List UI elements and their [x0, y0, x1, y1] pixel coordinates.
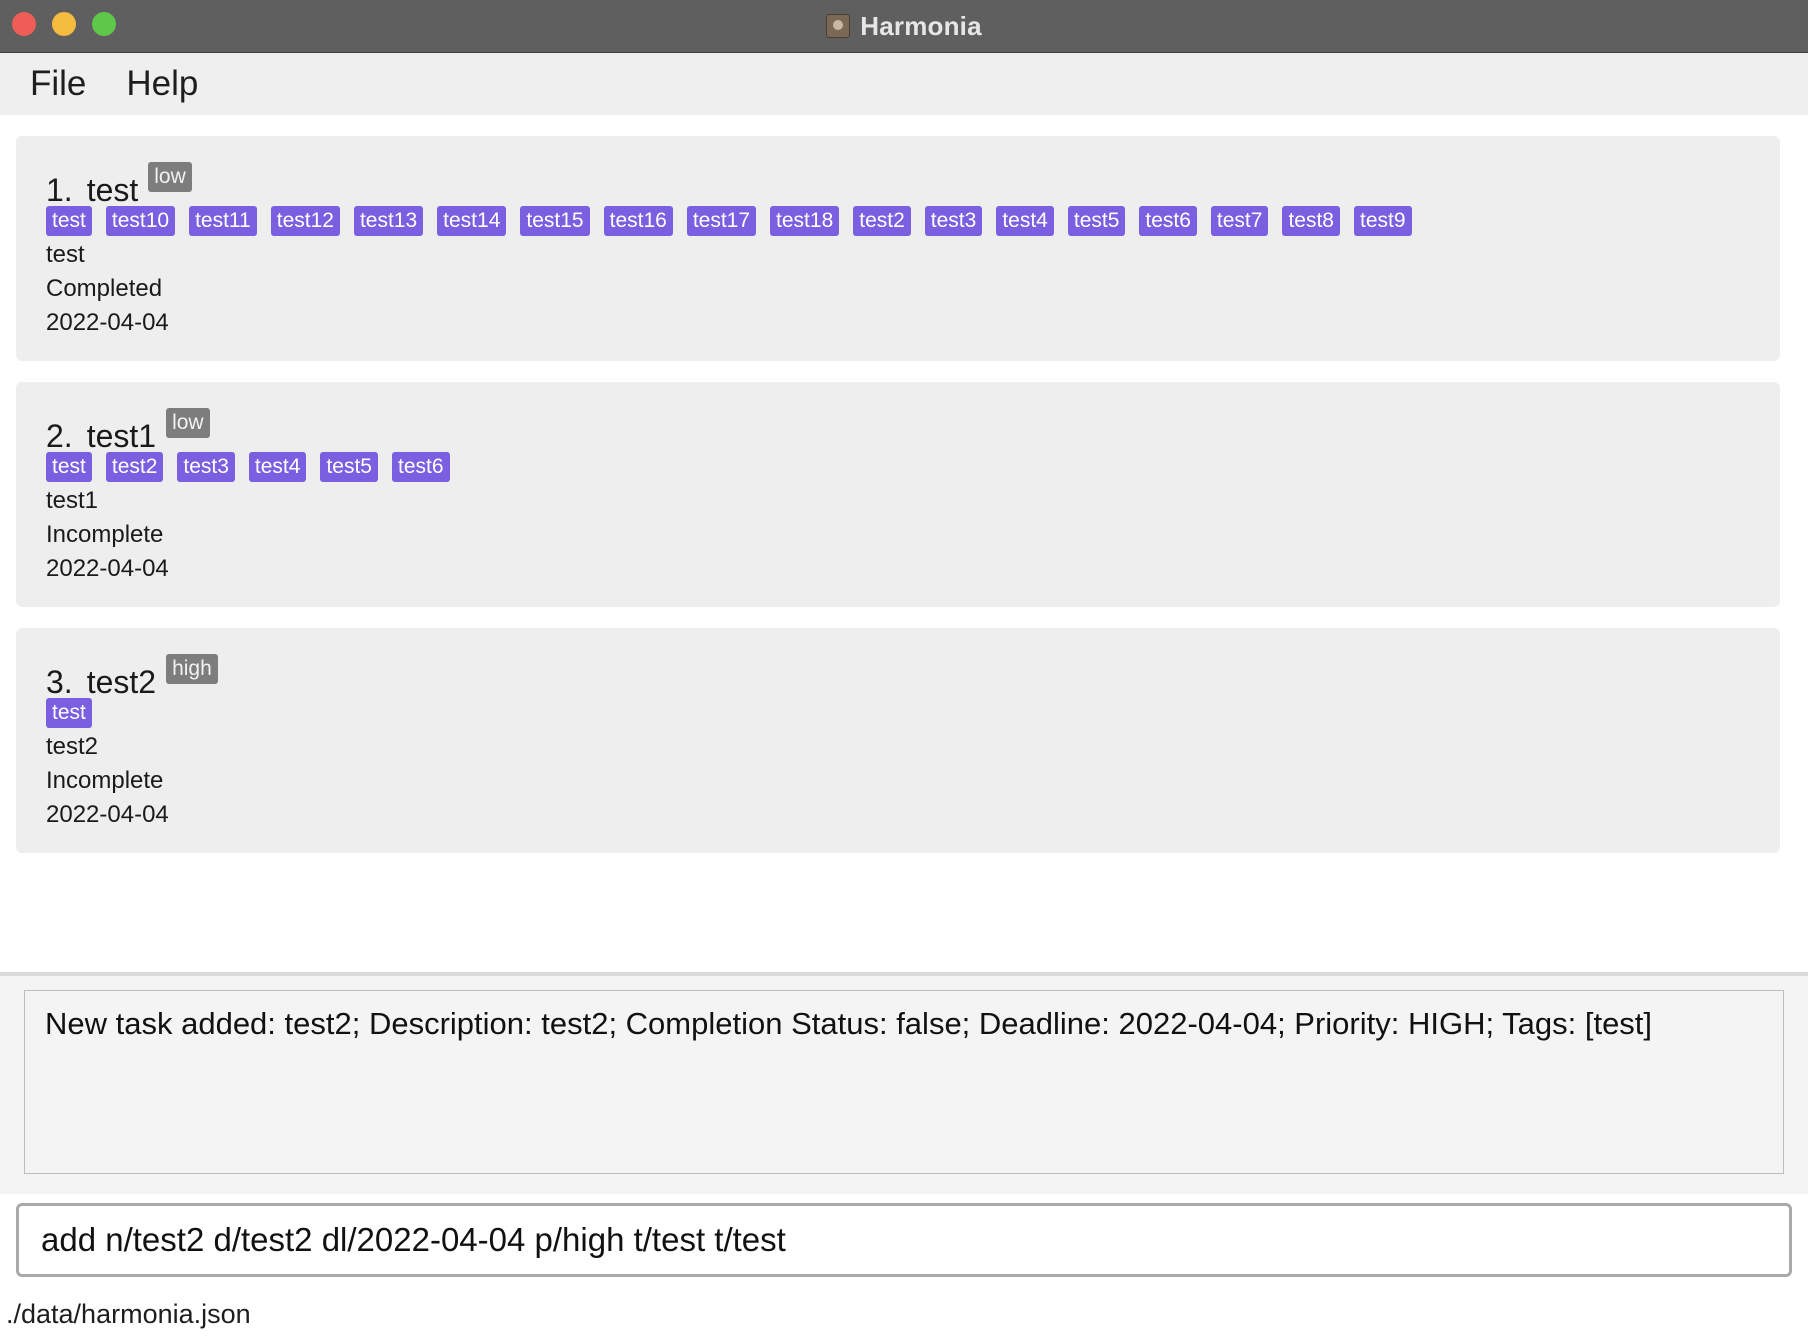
task-tag: test12	[270, 206, 340, 236]
title-wrap: Harmonia	[0, 0, 1808, 52]
task-tag: test17	[686, 206, 757, 236]
result-display-area: New task added: test2; Description: test…	[0, 976, 1808, 1194]
task-tag: test6	[391, 452, 450, 482]
task-deadline: 2022-04-04	[46, 309, 169, 336]
status-bar: ./data/harmonia.json	[0, 1285, 1808, 1344]
task-card-header: 3. test2 high	[46, 652, 1780, 700]
task-tag: test8	[1282, 206, 1340, 236]
task-status: Completed	[46, 275, 163, 302]
task-card[interactable]: 3. test2 high test test2 Incomplete 2022…	[16, 628, 1780, 853]
task-tag: test5	[320, 452, 378, 482]
task-tags: test	[46, 698, 1780, 730]
task-tag: test15	[520, 206, 590, 236]
task-name: test	[86, 172, 139, 208]
task-tag: test7	[1210, 206, 1269, 236]
command-input[interactable]	[41, 1221, 1767, 1259]
task-tag: test3	[924, 206, 983, 236]
window-title: Harmonia	[860, 10, 982, 41]
menu-bar: File Help	[0, 53, 1808, 115]
task-index: 1.	[46, 172, 73, 208]
command-box[interactable]	[16, 1203, 1792, 1277]
menu-help[interactable]: Help	[126, 64, 198, 104]
app-window: Harmonia File Help 1. test low test test…	[0, 0, 1808, 1344]
harmonia-app-icon	[826, 14, 851, 38]
data-file-path: ./data/harmonia.json	[6, 1299, 251, 1329]
task-tag: test2	[853, 206, 911, 236]
task-deadline: 2022-04-04	[46, 801, 169, 828]
task-tag: test14	[437, 206, 507, 236]
task-tag: test18	[770, 206, 840, 236]
task-tag: test11	[189, 206, 257, 236]
task-tag: test	[46, 698, 92, 728]
task-index: 3.	[46, 664, 73, 700]
task-status: Incomplete	[46, 767, 164, 794]
result-display[interactable]: New task added: test2; Description: test…	[24, 990, 1784, 1174]
task-tag: test9	[1353, 206, 1412, 236]
task-description: test	[46, 241, 85, 268]
task-tag: test3	[177, 452, 235, 482]
task-description: test2	[46, 733, 99, 760]
task-tags: test test2 test3 test4 test5 test6	[46, 452, 1780, 484]
task-tag: test4	[248, 452, 307, 482]
task-card-header: 1. test low	[46, 160, 1780, 208]
task-deadline: 2022-04-04	[46, 555, 169, 582]
task-tag: test13	[353, 206, 424, 236]
title-bar[interactable]: Harmonia	[0, 0, 1808, 53]
task-tag: test	[46, 206, 92, 236]
menu-file[interactable]: File	[30, 64, 86, 104]
task-tag: test4	[996, 206, 1054, 236]
task-tag: test5	[1067, 206, 1126, 236]
task-card-header: 2. test1 low	[46, 406, 1780, 454]
task-card[interactable]: 1. test low test test10 test11 test12 te…	[16, 136, 1780, 361]
task-name: test2	[86, 664, 157, 700]
task-list[interactable]: 1. test low test test10 test11 test12 te…	[0, 116, 1808, 972]
priority-badge: low	[148, 162, 192, 192]
task-status: Incomplete	[46, 521, 164, 548]
task-tag: test6	[1139, 206, 1197, 236]
task-tag: test	[46, 452, 92, 482]
task-index: 2.	[46, 418, 73, 454]
task-tag: test2	[105, 452, 164, 482]
priority-badge: high	[166, 654, 218, 684]
task-tag: test16	[603, 206, 673, 236]
task-tags: test test10 test11 test12 test13 test14 …	[46, 206, 1780, 238]
task-card[interactable]: 2. test1 low test test2 test3 test4 test…	[16, 382, 1780, 607]
task-name: test1	[86, 418, 157, 454]
task-description: test1	[46, 487, 99, 514]
task-tag: test10	[105, 206, 176, 236]
priority-badge: low	[166, 408, 210, 438]
